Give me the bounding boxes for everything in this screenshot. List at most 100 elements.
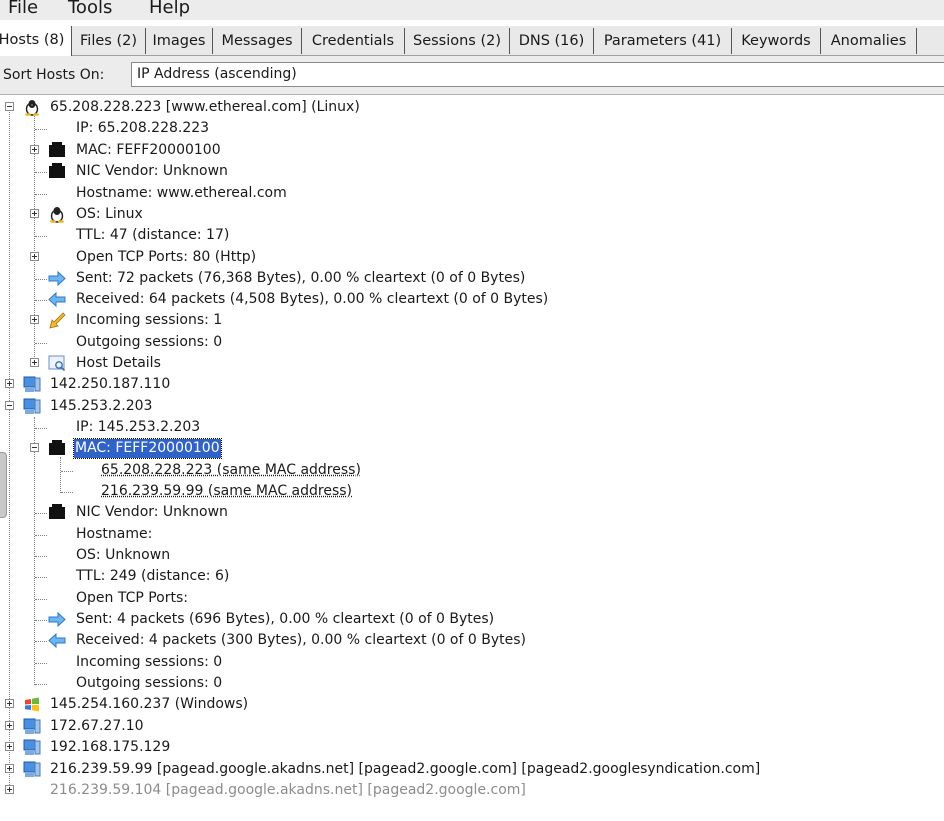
host-property-received[interactable]: Received: 64 packets (4,508 Bytes), 0.00…	[0, 289, 944, 310]
tree-connector	[61, 471, 73, 472]
expand-icon[interactable]	[30, 145, 39, 154]
open-ports-label: Open TCP Ports: 80 (Http)	[76, 249, 257, 265]
os-label: OS: Unknown	[76, 547, 171, 563]
host-property-sent[interactable]: Sent: 4 packets (696 Bytes), 0.00 % clea…	[0, 609, 944, 630]
network-card-icon	[49, 440, 65, 455]
menu-tools[interactable]: Tools	[68, 0, 112, 18]
host-property-outgoing[interactable]: Outgoing sessions: 0	[0, 673, 944, 694]
hosts-tree: 65.208.228.223 [www.ethereal.com] (Linux…	[0, 97, 944, 821]
host-property-ip[interactable]: IP: 145.253.2.203	[0, 417, 944, 438]
host-property-sent[interactable]: Sent: 72 packets (76,368 Bytes), 0.00 % …	[0, 268, 944, 289]
nic-vendor-label: NIC Vendor: Unknown	[76, 163, 228, 179]
tab-credentials[interactable]: Credentials	[302, 28, 405, 54]
tab-keywords[interactable]: Keywords	[732, 28, 821, 54]
host-title: 172.67.27.10	[50, 718, 144, 734]
host-property-open-ports[interactable]: Open TCP Ports:	[0, 588, 944, 609]
host-node[interactable]: 142.250.187.110	[0, 374, 944, 395]
host-property-hostname[interactable]: Hostname: www.ethereal.com	[0, 183, 944, 204]
host-property-nic[interactable]: NIC Vendor: Unknown	[0, 161, 944, 182]
tab-files[interactable]: Files (2)	[72, 28, 146, 54]
tree-connector	[35, 279, 47, 280]
network-card-icon	[49, 142, 65, 157]
arrow-right-icon	[48, 270, 66, 287]
tree-connector	[35, 599, 47, 600]
host-property-mac[interactable]: MAC: FEFF20000100	[0, 438, 944, 459]
collapse-icon[interactable]	[5, 102, 14, 111]
tree-connector	[35, 663, 47, 664]
received-label: Received: 64 packets (4,508 Bytes), 0.00…	[76, 291, 549, 307]
menu-file[interactable]: File	[8, 0, 38, 18]
expand-icon[interactable]	[5, 721, 14, 730]
host-title: 216.239.59.104 [pagead.google.akadns.net…	[50, 782, 526, 798]
same-mac-link[interactable]: 216.239.59.99 (same MAC address)	[101, 481, 352, 502]
host-property-ttl[interactable]: TTL: 47 (distance: 17)	[0, 225, 944, 246]
tree-connector	[35, 556, 47, 557]
host-node[interactable]: 65.208.228.223 [www.ethereal.com] (Linux…	[0, 97, 944, 118]
computer-icon	[23, 739, 41, 755]
host-property-ttl[interactable]: TTL: 249 (distance: 6)	[0, 566, 944, 587]
host-property-ip[interactable]: IP: 65.208.228.223	[0, 118, 944, 139]
expand-icon[interactable]	[5, 764, 14, 773]
host-property-os[interactable]: OS: Unknown	[0, 545, 944, 566]
tab-dns[interactable]: DNS (16)	[510, 28, 594, 54]
expand-icon[interactable]	[30, 252, 39, 261]
incoming-session-icon	[49, 312, 66, 329]
mac-shared-host-item[interactable]: 216.239.59.99 (same MAC address)	[0, 481, 944, 502]
expand-icon[interactable]	[5, 785, 14, 794]
expand-icon[interactable]	[30, 209, 39, 218]
tab-parameters[interactable]: Parameters (41)	[594, 28, 732, 54]
host-details-node[interactable]: Host Details	[0, 353, 944, 374]
arrow-left-icon	[48, 291, 66, 308]
outgoing-sessions-label: Outgoing sessions: 0	[76, 675, 223, 691]
host-node[interactable]: 216.239.59.104 [pagead.google.akadns.net…	[0, 780, 944, 801]
tree-connector	[35, 343, 47, 344]
ip-label: IP: 145.253.2.203	[76, 419, 201, 435]
same-mac-link[interactable]: 65.208.228.223 (same MAC address)	[101, 460, 361, 481]
open-ports-label: Open TCP Ports:	[76, 590, 189, 606]
menu-help[interactable]: Help	[149, 0, 190, 18]
tree-connector	[35, 513, 47, 514]
incoming-sessions-label: Incoming sessions: 1	[76, 312, 223, 328]
expand-icon[interactable]	[30, 315, 39, 324]
tab-anomalies[interactable]: Anomalies	[821, 28, 917, 54]
host-node[interactable]: 172.67.27.10	[0, 716, 944, 737]
collapse-icon[interactable]	[30, 443, 39, 452]
host-title: 216.239.59.99 [pagead.google.akadns.net]…	[50, 761, 761, 777]
host-property-os[interactable]: OS: Linux	[0, 204, 944, 225]
menu-bar: File Tools Help	[0, 0, 944, 20]
tab-messages[interactable]: Messages	[213, 28, 302, 54]
expand-icon[interactable]	[5, 742, 14, 751]
tree-connector	[35, 684, 47, 685]
sort-hosts-select[interactable]: IP Address (ascending)	[131, 62, 944, 87]
tab-images[interactable]: Images	[146, 28, 213, 54]
host-property-incoming[interactable]: Incoming sessions: 0	[0, 652, 944, 673]
host-property-received[interactable]: Received: 4 packets (300 Bytes), 0.00 % …	[0, 630, 944, 651]
network-card-icon	[49, 163, 65, 178]
host-node[interactable]: 145.254.160.237 (Windows)	[0, 694, 944, 715]
host-node[interactable]: 192.168.175.129	[0, 737, 944, 758]
expand-icon[interactable]	[30, 358, 39, 367]
expand-icon[interactable]	[5, 379, 14, 388]
tree-connector	[35, 172, 47, 173]
mac-shared-host-item[interactable]: 65.208.228.223 (same MAC address)	[0, 460, 944, 481]
received-label: Received: 4 packets (300 Bytes), 0.00 % …	[76, 632, 526, 648]
host-property-incoming[interactable]: Incoming sessions: 1	[0, 310, 944, 331]
tab-strip: Hosts (8) Files (2) Images Messages Cred…	[0, 26, 944, 56]
host-property-outgoing[interactable]: Outgoing sessions: 0	[0, 332, 944, 353]
host-property-open-ports[interactable]: Open TCP Ports: 80 (Http)	[0, 247, 944, 268]
collapse-icon[interactable]	[5, 401, 14, 410]
host-property-hostname[interactable]: Hostname:	[0, 524, 944, 545]
tab-hosts[interactable]: Hosts (8)	[0, 26, 72, 56]
hostname-label: Hostname: www.ethereal.com	[76, 185, 287, 201]
network-card-icon	[49, 504, 65, 519]
host-property-nic[interactable]: NIC Vendor: Unknown	[0, 502, 944, 523]
host-title: 192.168.175.129	[50, 739, 171, 755]
ttl-label: TTL: 47 (distance: 17)	[76, 227, 230, 243]
host-node[interactable]: 216.239.59.99 [pagead.google.akadns.net]…	[0, 759, 944, 780]
mac-label-selected[interactable]: MAC: FEFF20000100	[73, 438, 222, 459]
tab-sessions[interactable]: Sessions (2)	[405, 28, 510, 54]
host-property-mac[interactable]: MAC: FEFF20000100	[0, 140, 944, 161]
expand-icon[interactable]	[5, 699, 14, 708]
host-node[interactable]: 145.253.2.203	[0, 396, 944, 417]
nic-vendor-label: NIC Vendor: Unknown	[76, 504, 228, 520]
